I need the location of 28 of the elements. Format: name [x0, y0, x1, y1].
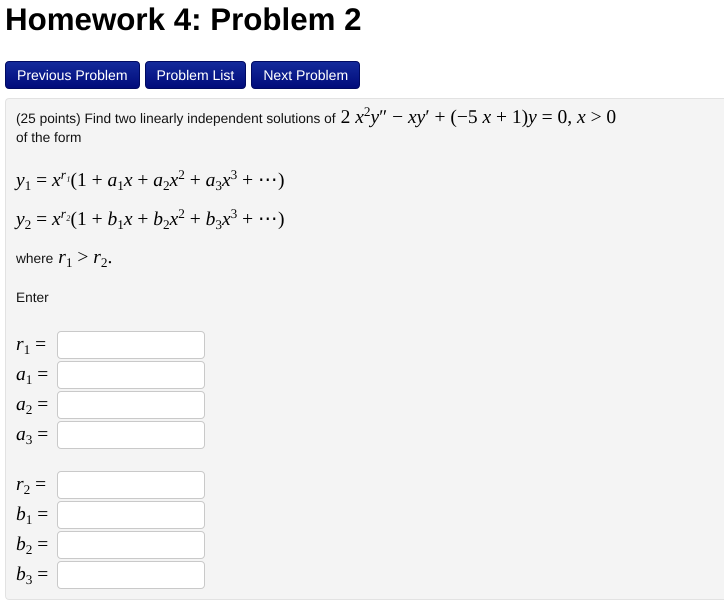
answer-input-field[interactable] — [57, 331, 205, 359]
nav-button[interactable]: Problem List — [144, 61, 246, 89]
answer-input-field[interactable] — [57, 361, 205, 389]
field-label: r$_{2}$ = — [16, 475, 46, 495]
solution-form-equation: y$_{2}$ = x$^{r₂}$(1 + b$_{1}$x + b$_{2}$x$^{2}$ + b$_{3}$x$^{3}$ + ⋯) — [16, 210, 285, 230]
nav-button[interactable]: Previous Problem — [5, 61, 140, 89]
field-label: b$_{3}$ = — [16, 565, 48, 585]
page-title: Homework 4: Problem 2 — [5, 1, 362, 38]
differential-equation: 2 x$^{2}$y″ − xy′ + (−5 x + 1)y = 0, x > 0 — [340, 108, 616, 128]
condition-text: where — [16, 250, 54, 268]
answer-input-field[interactable] — [57, 501, 205, 529]
field-label: a$_{2}$ = — [16, 395, 48, 415]
condition-inequality: r$_{1}$ > r$_{2}$. — [58, 248, 112, 268]
solution-form-equation: y$_{1}$ = x$^{r₁}$(1 + a$_{1}$x + a$_{2}$x$^{2}$ + a$_{3}$x$^{3}$ + ⋯) — [16, 171, 285, 191]
answer-input-field[interactable] — [57, 531, 205, 559]
enter-prompt: Enter — [16, 289, 49, 307]
nav-button[interactable]: Next Problem — [251, 61, 360, 89]
problem-statement: (25 points) Find two linearly independent solutions of — [16, 110, 336, 128]
answer-input-field[interactable] — [57, 391, 205, 419]
problem-statement-continuation: of the form — [16, 129, 82, 147]
field-label: b$_{1}$ = — [16, 505, 48, 525]
answer-input-field[interactable] — [57, 561, 205, 589]
field-label: a$_{1}$ = — [16, 365, 48, 385]
answer-input-field[interactable] — [57, 421, 205, 449]
answer-input-field[interactable] — [57, 471, 205, 499]
field-label: a$_{3}$ = — [16, 425, 48, 445]
field-label: b$_{2}$ = — [16, 535, 48, 555]
field-label: r$_{1}$ = — [16, 335, 46, 355]
